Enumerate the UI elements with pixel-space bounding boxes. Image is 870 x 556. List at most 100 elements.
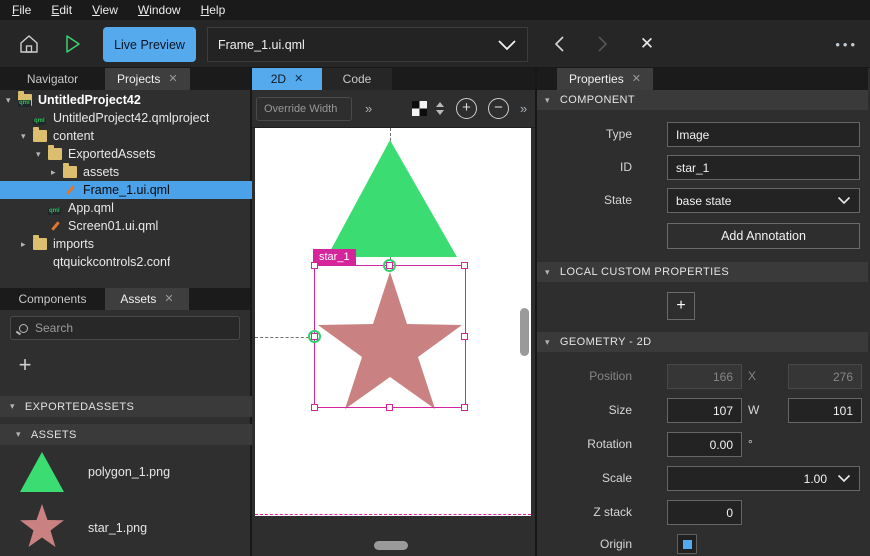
background-checker-icon[interactable] — [412, 101, 427, 116]
origin-row: Origin — [537, 534, 868, 556]
tree-item-conf[interactable]: qtquickcontrols2.conf — [0, 253, 252, 271]
tab-code[interactable]: Code — [322, 68, 392, 90]
go-forward-button[interactable] — [590, 30, 616, 58]
close-document-button[interactable]: ✕ — [632, 30, 662, 58]
state-dropdown[interactable]: base state — [667, 188, 860, 213]
rotation-row: Rotation 0.00 ° — [537, 432, 868, 458]
section-assets[interactable]: ▾ ASSETS — [0, 424, 252, 445]
horizontal-guide-line — [255, 337, 314, 338]
zoom-in-button[interactable]: + — [456, 98, 477, 119]
resize-handle-ne[interactable] — [461, 262, 468, 269]
asset-item-star[interactable]: star_1.png — [0, 500, 252, 556]
menu-help[interactable]: Help — [191, 0, 236, 20]
caret-right-icon[interactable]: ▸ — [51, 167, 63, 178]
asset-search[interactable] — [10, 316, 240, 340]
open-document-dropdown[interactable]: Frame_1.ui.qml — [207, 27, 528, 62]
z-stack-field[interactable]: 0 — [667, 500, 742, 525]
tree-item-assets[interactable]: ▸ assets — [0, 163, 252, 181]
tab-components[interactable]: Components — [0, 288, 105, 310]
caret-down-icon: ▾ — [10, 401, 15, 411]
tree-item-content[interactable]: ▾ content — [0, 127, 252, 145]
folder-icon — [63, 163, 77, 178]
tree-item-screen01[interactable]: Screen01.ui.qml — [0, 217, 252, 235]
position-row: Position 166 X 276 — [537, 364, 868, 390]
add-custom-property-button[interactable]: + — [667, 292, 695, 320]
tree-item-exportedassets[interactable]: ▾ ExportedAssets — [0, 145, 252, 163]
polygon-1-shape[interactable] — [327, 140, 457, 257]
override-width-input[interactable] — [256, 97, 352, 121]
resize-handle-s[interactable] — [386, 404, 393, 411]
close-tab-icon[interactable]: ✕ — [164, 288, 173, 310]
caret-down-icon: ▾ — [545, 94, 550, 105]
tab-2d[interactable]: 2D ✕ — [252, 68, 322, 90]
add-annotation-button[interactable]: Add Annotation — [667, 223, 860, 249]
caret-down-icon[interactable]: ▾ — [36, 149, 48, 160]
menu-file[interactable]: File — [2, 0, 41, 20]
live-preview-button[interactable]: Live Preview — [103, 27, 196, 62]
type-field[interactable]: Image — [667, 122, 860, 147]
tab-navigator[interactable]: Navigator — [0, 68, 105, 90]
toolbar-overflow-icon[interactable]: » — [520, 101, 527, 117]
resize-handle-w[interactable] — [311, 333, 318, 340]
tab-properties[interactable]: Properties ✕ — [557, 68, 653, 90]
section-geometry-2d[interactable]: ▾ GEOMETRY - 2D — [537, 332, 868, 352]
home-button[interactable] — [15, 30, 43, 58]
stepper-icon[interactable] — [435, 101, 446, 116]
toolbar-overflow-icon[interactable]: » — [365, 101, 372, 117]
close-tab-icon[interactable]: ✕ — [632, 68, 641, 90]
section-exportedassets[interactable]: ▾ EXPORTEDASSETS — [0, 396, 252, 417]
resize-handle-sw[interactable] — [311, 404, 318, 411]
go-back-button[interactable] — [546, 30, 572, 58]
search-input[interactable] — [35, 321, 231, 335]
resize-handle-nw[interactable] — [311, 262, 318, 269]
section-component[interactable]: ▾ COMPONENT — [537, 90, 868, 110]
zoom-out-button[interactable]: − — [488, 98, 509, 119]
annotation-row: Add Annotation — [537, 223, 868, 249]
left-bottom-tabbar: Components Assets ✕ — [0, 288, 250, 310]
caret-down-icon[interactable]: ▾ — [6, 95, 18, 106]
tree-item-imports[interactable]: ▸ imports — [0, 235, 252, 253]
section-local-custom-properties[interactable]: ▾ LOCAL CUSTOM PROPERTIES — [537, 262, 868, 282]
tab-projects[interactable]: Projects ✕ — [105, 68, 190, 90]
canvas-vertical-scrollbar[interactable] — [520, 308, 529, 356]
tab-assets[interactable]: Assets ✕ — [105, 288, 189, 310]
asset-item-polygon[interactable]: polygon_1.png — [0, 446, 252, 498]
design-canvas[interactable]: star_1 — [255, 128, 531, 516]
close-tab-icon[interactable]: ✕ — [168, 68, 177, 90]
size-row: Size 107 W 101 — [537, 398, 868, 424]
size-height-field[interactable]: 101 — [788, 398, 862, 423]
selection-rectangle[interactable] — [314, 265, 466, 408]
left-top-tabbar: Navigator Projects ✕ — [0, 68, 250, 90]
id-field[interactable]: star_1 — [667, 155, 860, 180]
properties-panel: Properties ✕ ▾ COMPONENT Type Image ID s… — [537, 68, 868, 556]
tree-item-project-root[interactable]: ▾ qml UntitledProject42 — [0, 91, 252, 109]
more-options-button[interactable]: ••• — [835, 30, 858, 58]
properties-tabbar: Properties ✕ — [537, 68, 868, 90]
close-tab-icon[interactable]: ✕ — [294, 68, 303, 90]
resize-handle-n[interactable] — [386, 262, 393, 269]
caret-down-icon: ▾ — [545, 266, 550, 277]
scale-dropdown[interactable]: 1.00 — [667, 466, 860, 491]
resize-handle-e[interactable] — [461, 333, 468, 340]
tree-item-appqml[interactable]: qml App.qml — [0, 199, 252, 217]
state-row: State base state — [537, 188, 868, 214]
triangle-asset-thumbnail — [18, 450, 66, 494]
qml-project-folder-icon: qml — [18, 91, 32, 107]
tree-item-qmlproject[interactable]: qml UntitledProject42.qmlproject — [0, 109, 252, 127]
caret-down-icon[interactable]: ▾ — [21, 131, 33, 142]
menu-window[interactable]: Window — [128, 0, 191, 20]
menu-view[interactable]: View — [82, 0, 128, 20]
caret-right-icon[interactable]: ▸ — [21, 239, 33, 250]
z-stack-row: Z stack 0 — [537, 500, 868, 526]
tree-item-frame1-uiqml[interactable]: Frame_1.ui.qml — [0, 181, 252, 199]
run-project-button[interactable] — [58, 30, 86, 58]
scale-row: Scale 1.00 — [537, 466, 868, 492]
canvas-horizontal-scrollbar[interactable] — [374, 541, 408, 550]
menu-edit[interactable]: Edit — [41, 0, 82, 20]
rotation-field[interactable]: 0.00 — [667, 432, 742, 457]
add-asset-button[interactable]: + — [12, 352, 38, 378]
type-row: Type Image — [537, 122, 868, 148]
origin-selector[interactable] — [677, 534, 697, 554]
size-width-field[interactable]: 107 — [667, 398, 742, 423]
resize-handle-se[interactable] — [461, 404, 468, 411]
